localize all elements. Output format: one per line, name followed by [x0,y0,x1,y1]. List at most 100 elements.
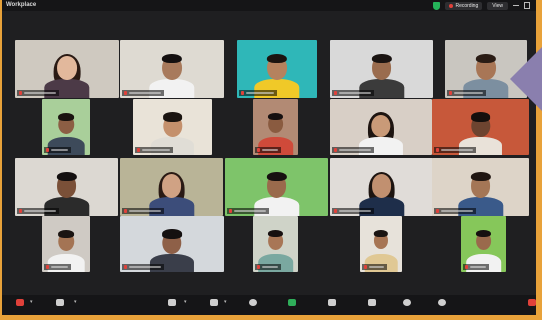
participant-name-tag [434,208,476,214]
mic-muted-icon [16,299,24,306]
participant-name-tag [332,208,374,214]
participant-tile[interactable] [330,99,432,155]
chevron-down-icon[interactable]: ▾ [30,299,33,305]
participant-tile[interactable] [120,216,224,272]
participant-name-blurred [369,266,384,268]
participant-hair [475,53,497,64]
participant-name-tag [255,147,281,153]
video-button[interactable] [50,298,70,312]
participant-name-tag [44,264,71,270]
participant-hair [470,112,491,122]
mic-muted-icon [46,148,49,152]
mic-muted-icon [364,265,367,269]
participant-name-blurred [262,149,278,151]
chevron-down-icon[interactable]: ▾ [74,299,77,305]
leave-button[interactable] [522,298,536,312]
participant-hair [57,112,75,121]
mic-muted-icon [449,91,452,95]
chat-icon [210,299,218,306]
mic-muted-icon [257,148,260,152]
participant-name-tag [122,90,164,96]
participant-name-tag [239,90,277,96]
participants-button[interactable] [162,298,182,312]
participant-tile[interactable] [42,99,90,155]
mic-muted-icon [124,209,127,213]
meeting-toolbar: ▾ ▾ ▾ ▾ [2,295,536,315]
participant-name-blurred [339,149,371,151]
participant-name-tag [434,147,476,153]
participant-tile[interactable] [461,216,506,272]
participant-tile[interactable] [225,158,328,216]
participant-name-tag [332,90,374,96]
participant-hair [162,229,182,239]
participant-hair [162,112,183,122]
apps-icon [328,299,336,306]
participant-hair [56,171,77,182]
more-button[interactable] [432,298,452,312]
participant-tile[interactable] [42,216,90,272]
whiteboard-button[interactable] [362,298,382,312]
participant-hair [266,171,287,182]
participant-name-tag [17,90,59,96]
participant-tile[interactable] [15,40,119,98]
participant-face [371,174,392,198]
participant-name-blurred [339,92,371,94]
mic-muted-icon [46,265,49,269]
mic-muted-icon [229,209,232,213]
participant-hair [267,229,284,238]
participant-name-tag [135,147,173,153]
leave-icon [528,299,536,306]
participant-tile[interactable] [15,158,118,216]
share-screen-button[interactable] [282,298,302,312]
participant-name-blurred [470,266,486,268]
participant-hair [161,53,183,64]
participant-name-blurred [246,92,274,94]
mic-muted-icon [124,91,127,95]
participant-name-tag [332,147,374,153]
participant-tile[interactable] [133,99,212,155]
mic-muted-button[interactable] [10,298,30,312]
meeting-window: Workplace Recording View ▾ ▾ ▾ ▾ [2,0,536,315]
participant-name-blurred [24,92,56,94]
chevron-down-icon[interactable]: ▾ [184,299,187,305]
share-screen-icon [288,299,296,306]
participant-tile[interactable] [237,40,317,98]
participant-tile[interactable] [330,40,433,98]
participant-name-blurred [129,92,161,94]
participant-name-tag [44,147,71,153]
participant-tile[interactable] [120,158,223,216]
more-icon [438,299,446,306]
mic-muted-icon [465,265,468,269]
participant-tile[interactable] [253,216,298,272]
participant-name-blurred [441,210,473,212]
participant-hair [267,112,284,121]
chat-button[interactable] [204,298,224,312]
participant-name-tag [362,264,387,270]
participant-name-tag [227,208,269,214]
participant-hair [266,53,288,64]
video-icon [56,299,64,306]
participant-name-blurred [51,266,68,268]
participant-name-tag [447,90,486,96]
participant-tile[interactable] [253,99,298,155]
chevron-down-icon[interactable]: ▾ [224,299,227,305]
reactions-button[interactable] [243,298,263,312]
mic-muted-icon [124,265,127,269]
participant-name-blurred [454,92,483,94]
participant-name-tag [17,208,59,214]
frame-bottom [0,315,542,320]
record-button[interactable] [397,298,417,312]
participant-tile[interactable] [330,158,433,216]
participant-name-blurred [24,210,56,212]
participant-tile[interactable] [120,40,224,98]
gallery-view [2,0,536,315]
participant-hair [470,171,491,182]
participant-name-tag [463,264,489,270]
mic-muted-icon [19,91,22,95]
mic-muted-icon [436,209,439,213]
participant-name-blurred [234,210,266,212]
participant-tile[interactable] [360,216,402,272]
participant-hair [475,229,492,238]
apps-button[interactable] [322,298,342,312]
participant-tile[interactable] [432,158,529,216]
